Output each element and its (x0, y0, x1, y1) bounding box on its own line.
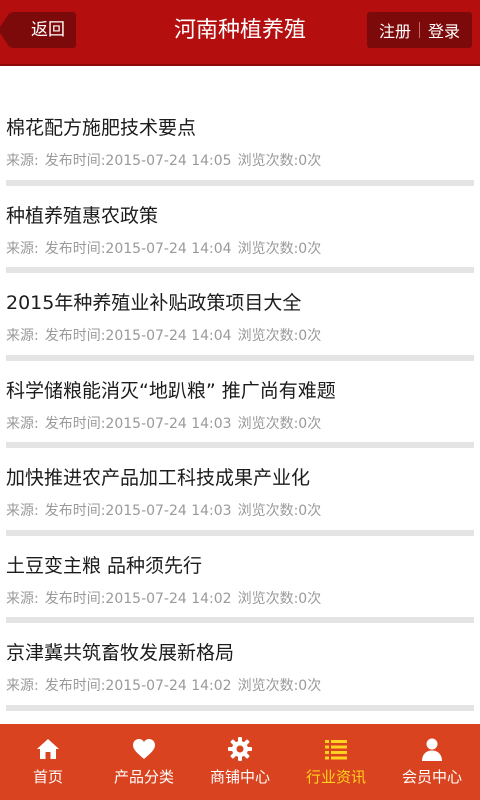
tab-label: 行业资讯 (305, 768, 366, 786)
news-meta: 来源: 发布时间:2015-07-24 14:03 浏览次数:0次 (6, 413, 327, 433)
tab-member-center[interactable]: 会员中心 (384, 724, 480, 800)
news-source: 来源: (6, 503, 39, 519)
back-button-label: 返回 (31, 20, 65, 40)
gear-icon (228, 737, 252, 761)
news-divider (6, 529, 474, 536)
news-views: 浏览次数:0次 (237, 240, 322, 257)
news-divider (6, 179, 474, 186)
tab-label: 产品分类 (113, 768, 174, 786)
news-title[interactable]: 棉花配方施肥技术要点 (6, 113, 196, 140)
news-meta: 来源: 发布时间:2015-07-24 14:02 浏览次数:0次 (6, 588, 327, 608)
home-icon (37, 739, 59, 759)
tab-label: 商铺中心 (209, 768, 270, 786)
news-item[interactable]: 棉花配方施肥技术要点 来源: 发布时间:2015-07-24 14:05 浏览次数:… (0, 100, 480, 188)
news-meta: 来源: 发布时间:2015-07-24 14:03 浏览次数:0次 (6, 500, 327, 520)
news-divider (6, 704, 474, 711)
news-time: 发布时间:2015-07-24 14:05 (44, 153, 232, 169)
news-divider (6, 354, 474, 361)
news-views: 浏览次数:0次 (237, 503, 322, 519)
news-meta: 来源: 发布时间:2015-07-24 14:05 浏览次数:0次 (6, 150, 327, 170)
news-source: 来源: (6, 240, 39, 257)
news-divider (6, 617, 474, 623)
back-button[interactable]: 返回 (0, 12, 76, 48)
news-divider (6, 442, 474, 448)
news-time: 发布时间:2015-07-24 14:04 (44, 240, 232, 257)
news-meta: 来源: 发布时间:2015-07-24 14:02 浏览次数:0次 (6, 675, 327, 695)
news-views: 浏览次数:0次 (237, 153, 322, 169)
news-item[interactable]: 土豆变主粮 品种须先行 来源: 发布时间:2015-07-24 14:02 浏览次数… (0, 538, 480, 626)
news-source: 来源: (6, 678, 39, 694)
news-meta: 来源: 发布时间:2015-07-24 14:04 浏览次数:0次 (6, 238, 327, 258)
tab-industry-news[interactable]: 行业资讯 (288, 724, 384, 800)
news-views: 浏览次数:0次 (237, 415, 322, 432)
news-title[interactable]: 科学储粮能消灭“地趴粮” 推广尚有难题 (6, 376, 336, 403)
news-item[interactable]: 科学储粮能消灭“地趴粮” 推广尚有难题 来源: 发布时间:2015-07-24 1… (0, 363, 480, 451)
tab-label: 首页 (32, 768, 63, 786)
header-bar: 返回 河南种植养殖 注册 登录 (0, 0, 480, 66)
news-source: 来源: (6, 153, 39, 169)
news-item[interactable]: 2015年种养殖业补贴政策项目大全 来源: 发布时间:2015-07-24 14:… (0, 275, 480, 363)
news-views: 浏览次数:0次 (237, 590, 322, 607)
news-time: 发布时间:2015-07-24 14:02 (44, 678, 232, 694)
tab-label: 会员中心 (401, 768, 462, 786)
tab-home[interactable]: 首页 (0, 724, 96, 800)
news-divider (6, 267, 474, 273)
login-link[interactable]: 登录 (424, 18, 464, 42)
news-title[interactable]: 加快推进农产品加工科技成果产业化 (6, 463, 310, 490)
heart-icon (133, 739, 155, 759)
news-item[interactable]: 种植养殖惠农政策 来源: 发布时间:2015-07-24 14:04 浏览次数:0次 (0, 188, 480, 276)
auth-box: 注册 登录 (366, 12, 472, 48)
tab-shop-center[interactable]: 商铺中心 (192, 724, 288, 800)
register-link[interactable]: 注册 (375, 18, 415, 42)
news-time: 发布时间:2015-07-24 14:03 (44, 503, 232, 519)
news-title[interactable]: 种植养殖惠农政策 (6, 201, 158, 228)
auth-divider (418, 22, 420, 38)
news-item[interactable]: 加快推进农产品加工科技成果产业化 来源: 发布时间:2015-07-24 14:0… (0, 450, 480, 538)
list-icon (325, 740, 347, 760)
news-list: 棉花配方施肥技术要点 来源: 发布时间:2015-07-24 14:05 浏览次数:… (0, 100, 480, 713)
news-title[interactable]: 土豆变主粮 品种须先行 (6, 551, 202, 578)
news-source: 来源: (6, 328, 39, 344)
news-time: 发布时间:2015-07-24 14:04 (44, 328, 232, 344)
bottom-tab-bar: 首页 产品分类 商铺中心 行业资讯 会员中心 (0, 724, 480, 800)
news-views: 浏览次数:0次 (237, 328, 322, 344)
news-meta: 来源: 发布时间:2015-07-24 14:04 浏览次数:0次 (6, 325, 327, 345)
news-title[interactable]: 京津冀共筑畜牧发展新格局 (6, 638, 234, 665)
user-icon (422, 738, 442, 761)
news-time: 发布时间:2015-07-24 14:03 (44, 415, 232, 432)
news-title[interactable]: 2015年种养殖业补贴政策项目大全 (6, 288, 301, 315)
news-source: 来源: (6, 415, 39, 432)
news-item[interactable]: 京津冀共筑畜牧发展新格局 来源: 发布时间:2015-07-24 14:02 浏览次… (0, 625, 480, 713)
news-time: 发布时间:2015-07-24 14:02 (44, 590, 232, 607)
news-source: 来源: (6, 590, 39, 607)
news-views: 浏览次数:0次 (237, 678, 322, 694)
tab-product-categories[interactable]: 产品分类 (96, 724, 192, 800)
